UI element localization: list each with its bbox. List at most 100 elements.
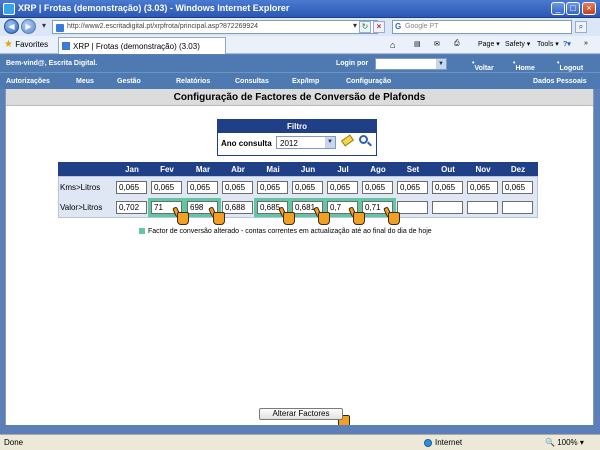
changed-swatch [139, 228, 145, 235]
menu-meus[interactable]: Meus [76, 78, 94, 85]
address-text: http://www2.escritadigital.pt/xrpfrota/p… [67, 23, 259, 30]
toolbar-overflow-icon[interactable]: » [584, 40, 588, 47]
stop-icon[interactable]: × [373, 21, 385, 33]
legend-text: Factor de conversão alterado - contas co… [148, 228, 432, 235]
month-header-0: Jan [125, 165, 139, 174]
favorites-button[interactable]: ★ Favorites [4, 39, 48, 50]
close-button[interactable]: × [582, 2, 596, 15]
factor-input[interactable] [467, 201, 498, 214]
factor-input[interactable]: 0,065 [116, 181, 147, 194]
alterar-factores-button[interactable]: Alterar Factores [259, 408, 343, 420]
factor-input[interactable]: 0,065 [362, 181, 393, 194]
month-header-8: Set [406, 165, 420, 174]
status-bar: Done Internet 🔍 100% ▾ [0, 434, 600, 450]
chevron-down-icon: ▼ [436, 59, 446, 69]
factor-input[interactable] [397, 201, 428, 214]
favorites-star-icon: ★ [4, 39, 13, 50]
maximize-button[interactable]: □ [566, 2, 580, 15]
factor-input[interactable]: 0,065 [327, 181, 358, 194]
month-header-10: Nov [475, 165, 491, 174]
factor-grid: Kms>Litros 0,065 0,065 0,065 0,065 0,065 0,065… [58, 176, 538, 218]
page-icon [56, 24, 64, 32]
legend: Factor de conversão alterado - contas co… [139, 228, 432, 235]
browser-tab[interactable]: XRP | Frotas (demonstração) (3.03) [58, 37, 226, 54]
month-header-9: Out [441, 165, 455, 174]
chevron-down-icon: ▼ [325, 137, 335, 148]
search-input[interactable]: G Google PT [392, 20, 572, 34]
menu-gestao[interactable]: Gestão [117, 78, 141, 85]
window-bottom-border [0, 425, 600, 434]
filter-panel: Filtro Ano consulta 2012 ▼ [217, 119, 377, 156]
factor-input[interactable]: 0,702 [116, 201, 147, 214]
status-text: Done [4, 438, 24, 447]
window-titlebar: XRP | Frotas (demonstração) (3.03) - Win… [0, 0, 600, 18]
tools-menu[interactable]: Tools ▾ [537, 40, 559, 48]
minimize-button[interactable]: _ [551, 2, 565, 15]
filter-header: Filtro [218, 120, 376, 133]
factor-input[interactable]: 0,065 [222, 181, 253, 194]
factor-input[interactable]: 0,688 [222, 201, 253, 214]
factor-input[interactable]: 0,065 [151, 181, 182, 194]
home-link[interactable]: • Home [513, 60, 535, 72]
refresh-icon[interactable]: ↻ [359, 21, 371, 33]
factor-input[interactable]: 0,065 [432, 181, 463, 194]
search-go-icon[interactable]: ⌕ [575, 21, 587, 33]
factor-input[interactable]: 0,065 [397, 181, 428, 194]
mail-icon[interactable]: ✉ [434, 40, 440, 48]
home-icon[interactable]: ⌂ [390, 40, 395, 50]
logout-link[interactable]: • Logout [557, 60, 583, 72]
favorites-row: ★ Favorites XRP | Frotas (demonstração) … [0, 36, 600, 54]
month-header-row: Jan Fev Mar Abr Mai Jun Jul Ago Set Out Nov Dez [58, 162, 538, 176]
month-header-5: Jun [300, 165, 316, 174]
menu-dados-pessoais[interactable]: Dados Pessoais [533, 78, 587, 85]
safety-menu[interactable]: Safety ▾ [505, 40, 530, 48]
forward-button[interactable]: ▶ [21, 19, 36, 34]
print-icon[interactable]: ⎙ [454, 40, 460, 48]
menu-exp-imp[interactable]: Exp/Imp [292, 78, 319, 85]
factor-input[interactable]: 0,065 [467, 181, 498, 194]
address-input[interactable]: http://www2.escritadigital.pt/xrpfrota/p… [52, 20, 378, 34]
main-menu: Autorizações Meus Gestão Relatórios Cons… [0, 72, 600, 89]
content-area: Configuração de Factores de Conversão de… [5, 89, 594, 428]
search-engine-icon: G [395, 22, 402, 31]
pointer-cursor-icon [313, 206, 331, 227]
year-select[interactable]: 2012 ▼ [276, 136, 336, 149]
pointer-cursor-icon [278, 206, 296, 227]
eraser-icon[interactable] [340, 134, 355, 147]
search-placeholder: Google PT [405, 23, 439, 30]
tab-title: XRP | Frotas (demonstração) (3.03) [73, 42, 200, 51]
factor-input[interactable]: 0,065 [292, 181, 323, 194]
year-label: Ano consulta [221, 139, 272, 148]
menu-configuracao[interactable]: Configuração [346, 78, 391, 85]
row-label: Kms>Litros [60, 183, 101, 192]
app-header: Bem-vind@, Escrita Digital. Login por ▼ … [0, 55, 600, 72]
menu-relatorios[interactable]: Relatórios [176, 78, 210, 85]
globe-icon [424, 438, 432, 447]
year-value: 2012 [280, 139, 298, 148]
history-dropdown-icon[interactable]: ▾ [38, 21, 50, 33]
help-icon[interactable]: ?▾ [563, 40, 571, 48]
factor-input[interactable]: 0,065 [187, 181, 218, 194]
feeds-icon[interactable]: ▤ [414, 40, 421, 48]
factor-input[interactable] [502, 201, 533, 214]
factor-input[interactable]: 0,065 [502, 181, 533, 194]
login-label: Login por [336, 60, 369, 67]
menu-autorizacoes[interactable]: Autorizações [6, 78, 50, 85]
back-button[interactable]: ◀ [4, 19, 19, 34]
favorites-label: Favorites [15, 40, 49, 49]
pointer-cursor-icon [383, 206, 401, 227]
factor-input[interactable] [432, 201, 463, 214]
login-select[interactable]: ▼ [375, 58, 447, 70]
security-zone: Internet [424, 438, 462, 447]
voltar-link[interactable]: • Voltar [472, 60, 494, 72]
row-label: Valor>Litros [60, 203, 103, 212]
month-header-7: Ago [370, 165, 386, 174]
month-header-3: Abr [231, 165, 245, 174]
search-icon[interactable] [359, 135, 368, 144]
factor-input[interactable]: 0,065 [257, 181, 288, 194]
pointer-cursor-icon [348, 206, 366, 227]
page-menu[interactable]: Page ▾ [478, 40, 500, 48]
month-header-1: Fev [160, 165, 174, 174]
zoom-control[interactable]: 🔍 100% ▾ [545, 438, 584, 447]
menu-consultas[interactable]: Consultas [235, 78, 269, 85]
